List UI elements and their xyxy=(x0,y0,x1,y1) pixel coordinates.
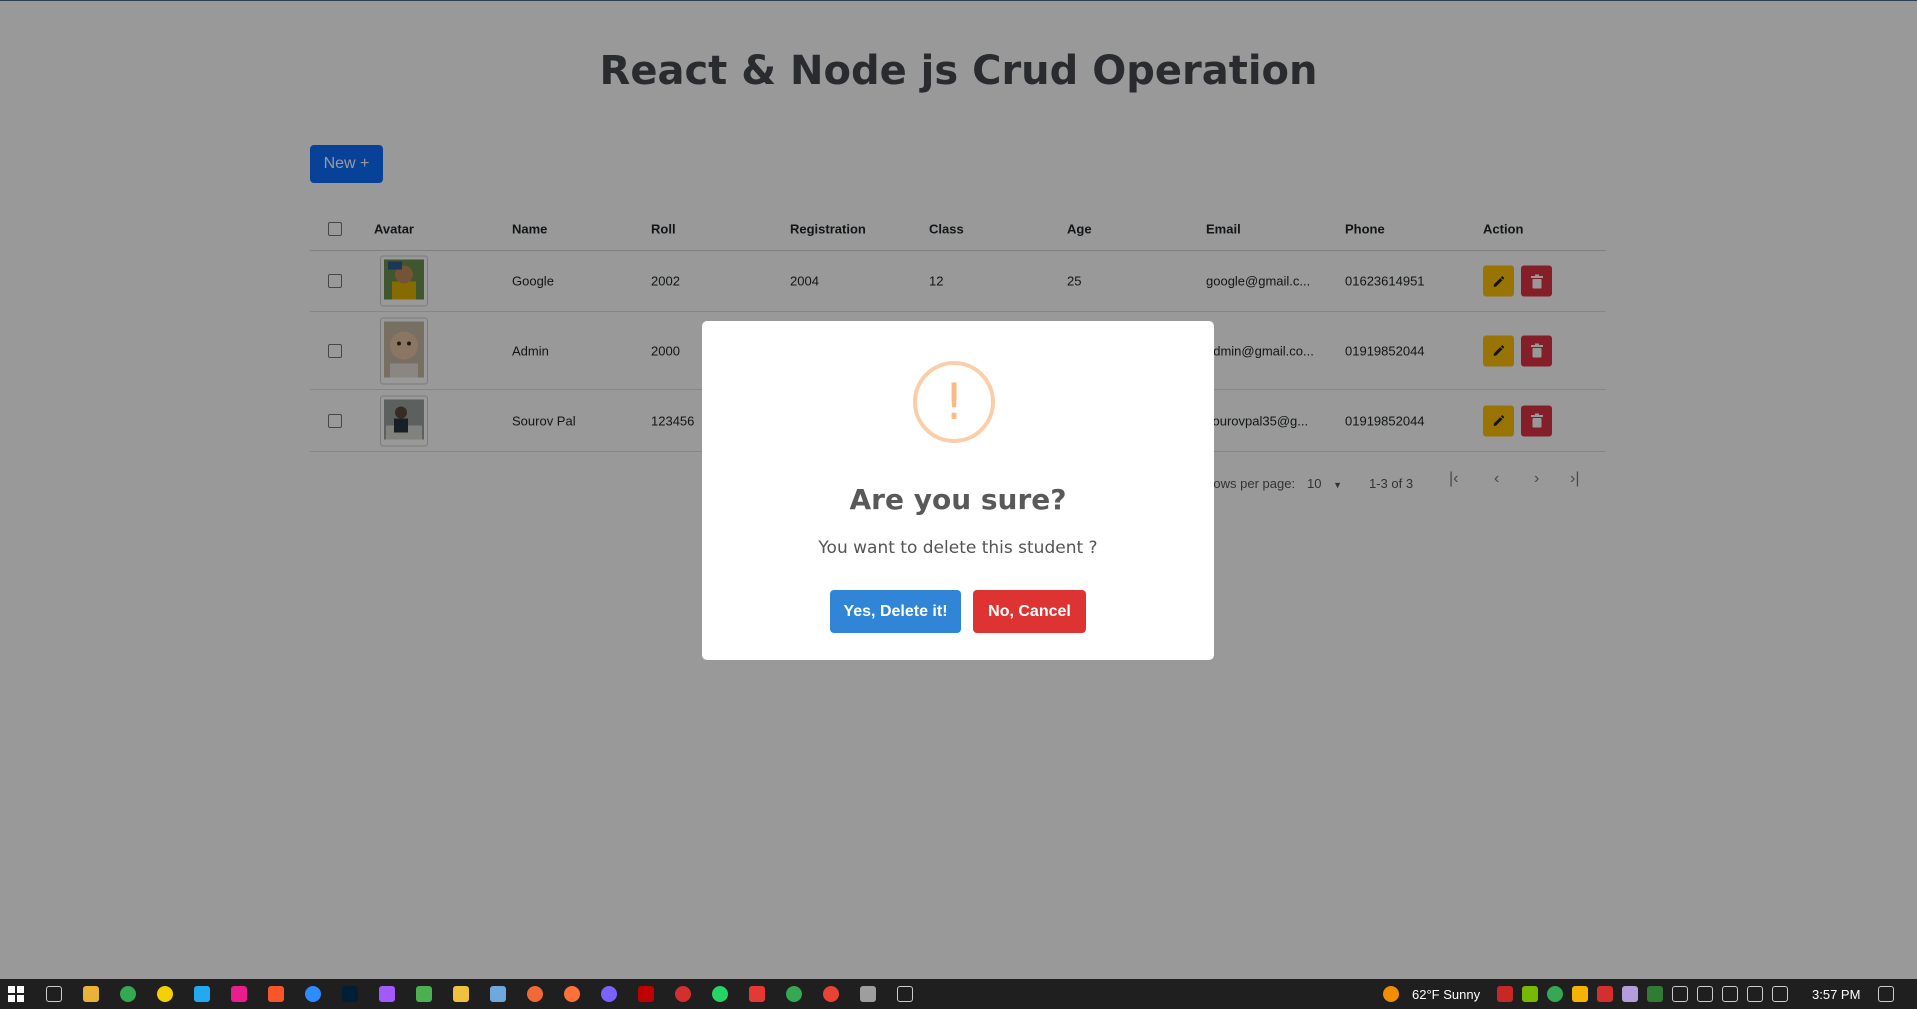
tray-app-icon[interactable] xyxy=(1697,986,1713,1002)
chrome-icon[interactable] xyxy=(120,986,136,1002)
tray-app-icon[interactable] xyxy=(1572,986,1588,1002)
windows-start-icon[interactable] xyxy=(8,986,24,1002)
app-icon[interactable] xyxy=(453,986,469,1002)
chrome-tray-icon[interactable] xyxy=(1547,986,1563,1002)
task-view-icon[interactable] xyxy=(46,986,62,1002)
record-icon[interactable] xyxy=(675,986,691,1002)
delete-confirm-dialog: ! Are you sure? You want to delete this … xyxy=(702,321,1214,660)
weather-text[interactable]: 62°F Sunny xyxy=(1412,987,1480,1002)
brave-icon[interactable] xyxy=(268,986,284,1002)
cancel-button[interactable]: No, Cancel xyxy=(973,590,1086,633)
file-explorer-icon[interactable] xyxy=(83,986,99,1002)
windows-taskbar: 62°F Sunny 3:57 PM xyxy=(0,979,1917,1009)
terminal-icon[interactable] xyxy=(897,986,913,1002)
app-icon[interactable] xyxy=(305,986,321,1002)
notifications-icon[interactable] xyxy=(1878,986,1894,1002)
whatsapp-icon[interactable] xyxy=(712,986,728,1002)
tray-app-icon[interactable] xyxy=(1722,986,1738,1002)
clock-time[interactable]: 3:57 PM xyxy=(1812,987,1860,1002)
app-icon[interactable] xyxy=(490,986,506,1002)
tray-app-icon[interactable] xyxy=(1497,986,1513,1002)
tray-app-icon[interactable] xyxy=(1647,986,1663,1002)
dialog-title: Are you sure? xyxy=(849,483,1067,516)
tray-app-icon[interactable] xyxy=(1597,986,1613,1002)
vscode-icon[interactable] xyxy=(194,986,210,1002)
figma-icon[interactable] xyxy=(379,986,395,1002)
app-icon[interactable] xyxy=(231,986,247,1002)
tray-app-icon[interactable] xyxy=(1672,986,1688,1002)
pen-icon[interactable] xyxy=(1622,986,1638,1002)
app-icon[interactable] xyxy=(527,986,543,1002)
chrome-icon[interactable] xyxy=(786,986,802,1002)
volume-icon[interactable] xyxy=(1772,986,1788,1002)
warning-icon: ! xyxy=(913,361,995,443)
messenger-icon[interactable] xyxy=(601,986,617,1002)
network-icon[interactable] xyxy=(1747,986,1763,1002)
chrome-icon[interactable] xyxy=(823,986,839,1002)
filezilla-icon[interactable] xyxy=(638,986,654,1002)
firefox-icon[interactable] xyxy=(564,986,580,1002)
confirm-delete-button[interactable]: Yes, Delete it! xyxy=(830,590,961,633)
dialog-text: You want to delete this student ? xyxy=(818,538,1098,558)
app-icon[interactable] xyxy=(416,986,432,1002)
app-icon[interactable] xyxy=(157,986,173,1002)
calculator-icon[interactable] xyxy=(860,986,876,1002)
app-icon[interactable] xyxy=(749,986,765,1002)
weather-icon xyxy=(1383,986,1399,1002)
photoshop-icon[interactable] xyxy=(342,986,358,1002)
nvidia-icon[interactable] xyxy=(1522,986,1538,1002)
